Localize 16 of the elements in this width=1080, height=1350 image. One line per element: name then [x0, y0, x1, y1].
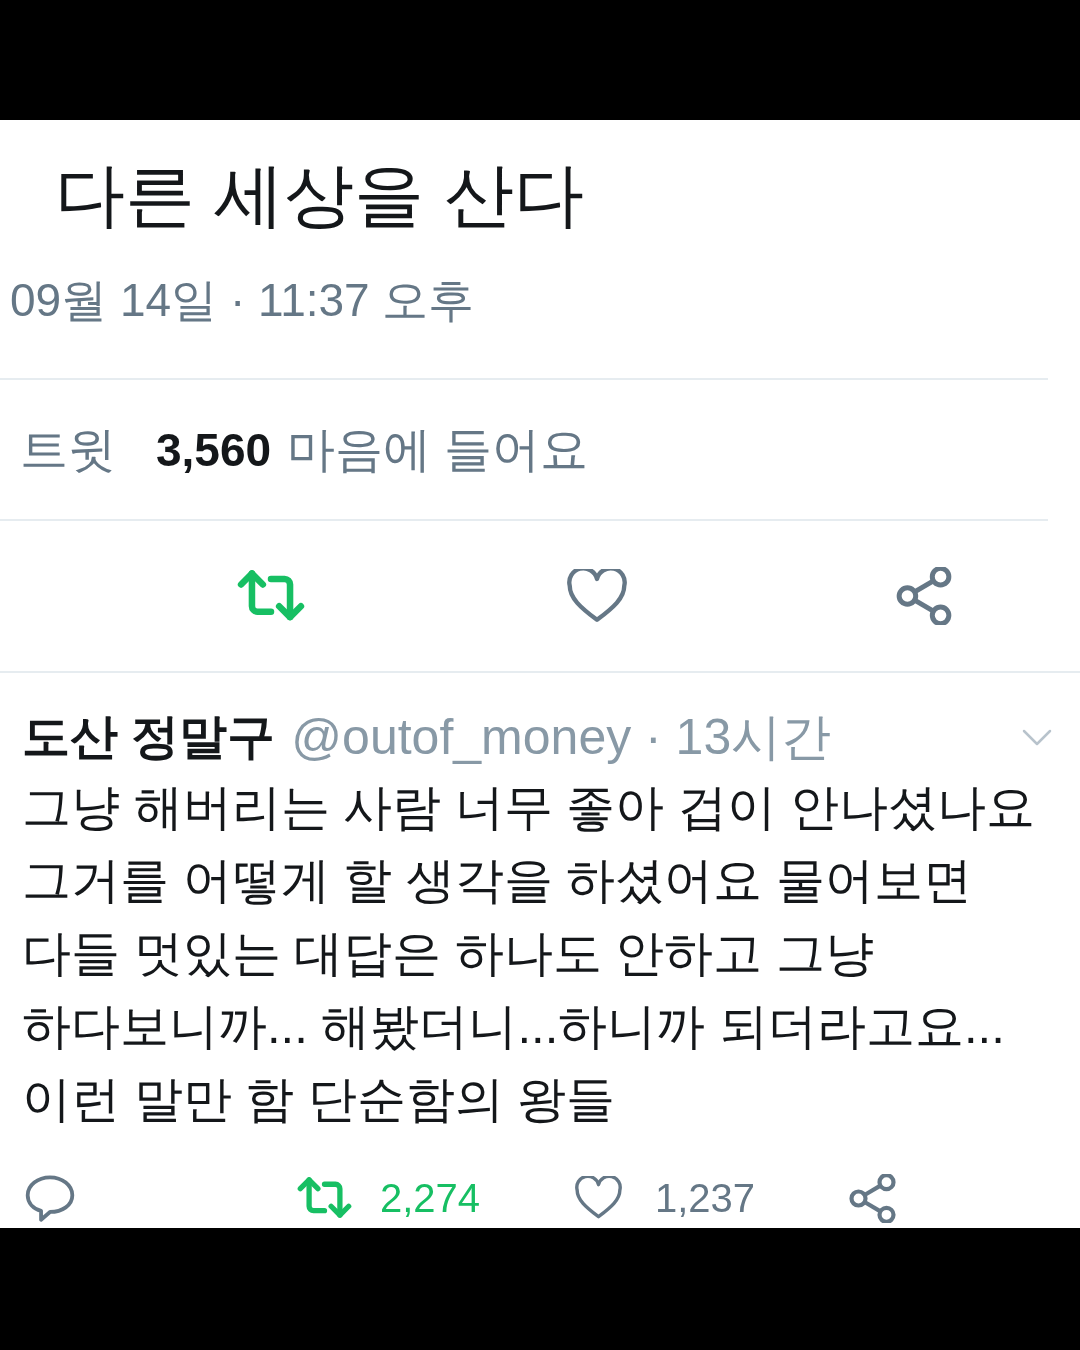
share-icon[interactable] — [895, 567, 953, 626]
reply-text: 그냥 해버리는 사람 너무 좋아 겁이 안나셨나요 그거를 어떻게 할 생각을 하셨어요 물어보면 다들 멋있는 대답은 하나도 안하고 그냥 하다보니까... 해봤더니...하니까 되더라고요... 이런 말만 함 단순함의 왕들 — [21, 779, 1036, 1129]
tweet-timestamp: 09월 14일 · 11:37 오후 — [10, 272, 475, 328]
reply-handle-time: @outof_money · 13시간 — [291, 708, 832, 768]
retweet-icon[interactable] — [297, 1176, 352, 1221]
likes-label: 마음에 들어요 — [287, 421, 589, 478]
heart-icon[interactable] — [575, 1176, 622, 1221]
retweet-count: 2,274 — [380, 1175, 481, 1223]
likes-count: 3,560 — [156, 422, 272, 478]
like-count: 1,237 — [655, 1175, 756, 1223]
speech-bubble-icon[interactable] — [25, 1174, 75, 1223]
retweets-label: 트윗 — [20, 421, 116, 478]
share-icon[interactable] — [848, 1173, 897, 1223]
tweet-text: 다른 세상을 산다 — [55, 154, 584, 236]
reply-author-name: 도산 정말구 — [22, 709, 276, 766]
heart-icon[interactable] — [567, 569, 627, 624]
